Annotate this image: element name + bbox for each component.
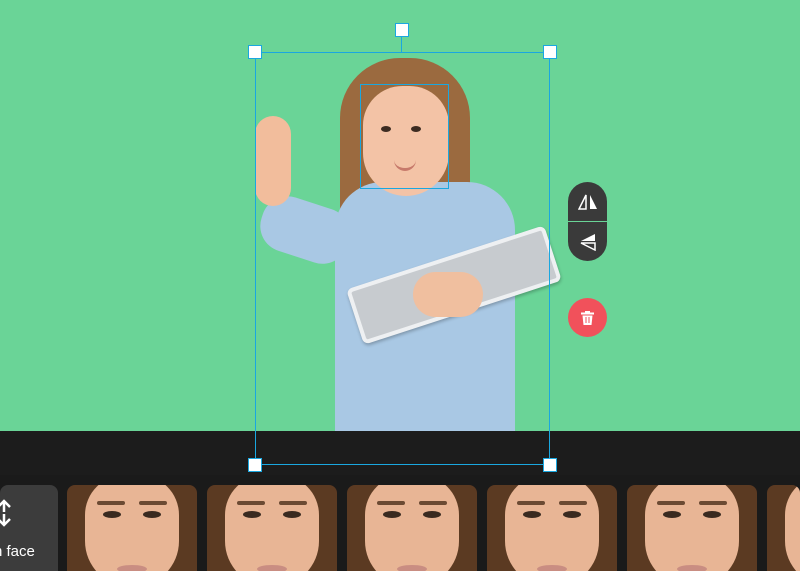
resize-handle-top-left[interactable]	[248, 45, 262, 59]
face-thumbnail-strip: n face	[0, 475, 800, 571]
flip-horizontal-button[interactable]	[568, 182, 607, 221]
face-thumbnail-6[interactable]	[767, 485, 800, 571]
trash-icon	[581, 310, 594, 325]
delete-button[interactable]	[568, 298, 607, 337]
swap-face-label: n face	[0, 543, 35, 560]
resize-handle-bottom-right[interactable]	[543, 458, 557, 472]
rotate-connector	[401, 36, 402, 52]
resize-handle-bottom-left[interactable]	[248, 458, 262, 472]
flip-vertical-button[interactable]	[568, 222, 607, 261]
flip-controls	[568, 182, 607, 261]
face-thumbnail-3[interactable]	[347, 485, 477, 571]
swap-face-button[interactable]: n face	[0, 485, 58, 571]
face-thumbnail-2[interactable]	[207, 485, 337, 571]
flip-vertical-icon	[580, 233, 596, 251]
resize-handle-top-right[interactable]	[543, 45, 557, 59]
flip-horizontal-icon	[577, 194, 597, 210]
rotate-handle[interactable]	[395, 23, 409, 37]
face-thumbnail-5[interactable]	[627, 485, 757, 571]
face-thumbnail-1[interactable]	[67, 485, 197, 571]
face-thumbnail-4[interactable]	[487, 485, 617, 571]
face-detection-box[interactable]	[360, 84, 449, 189]
swap-arrows-icon	[0, 499, 11, 527]
